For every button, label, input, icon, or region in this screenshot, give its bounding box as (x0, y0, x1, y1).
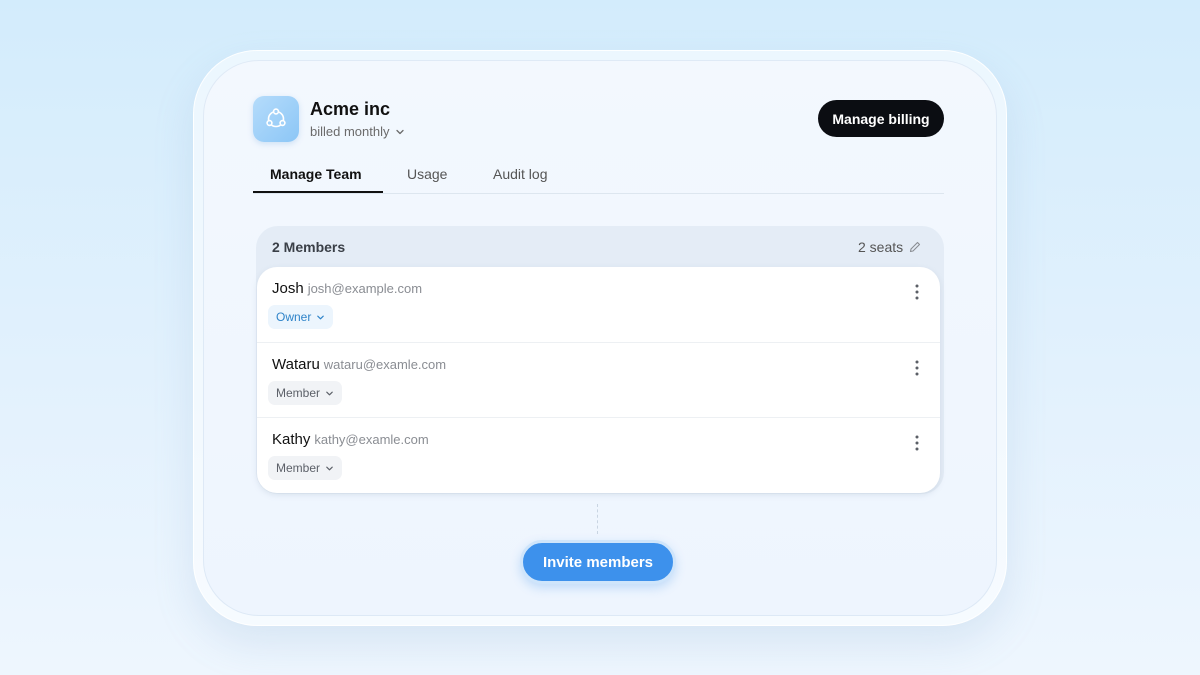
role-dropdown[interactable]: Member (268, 456, 343, 480)
org-logo (253, 96, 299, 142)
seats-label: 2 seats (858, 239, 904, 255)
org-name: Acme inc (310, 99, 391, 119)
member-row: Wataru wataru@examle.com Member (257, 342, 940, 417)
member-row: Josh josh@example.com Owner (257, 267, 940, 342)
member-name: Josh (272, 280, 304, 297)
tab-audit-log[interactable]: Audit log (493, 166, 547, 182)
role-label: Owner (276, 310, 312, 324)
kebab-menu-icon[interactable] (913, 283, 921, 301)
kebab-menu-icon[interactable] (913, 359, 921, 377)
member-row: Kathy kathy@examle.com Member (257, 417, 940, 492)
role-dropdown[interactable]: Member (268, 381, 343, 405)
tab-manage-team[interactable]: Manage Team (270, 166, 362, 182)
tab-usage[interactable]: Usage (407, 166, 447, 182)
members-count: 2 Members (272, 239, 346, 255)
active-tab-indicator (253, 191, 383, 193)
manage-billing-button[interactable]: Manage billing (818, 100, 944, 137)
seats-edit[interactable]: 2 seats (858, 239, 921, 255)
member-name: Kathy (272, 431, 311, 448)
role-dropdown[interactable]: Owner (268, 305, 334, 329)
tab-bar: Manage Team Usage Audit log (253, 158, 944, 194)
member-email: wataru@examle.com (323, 357, 447, 372)
pencil-icon (910, 241, 921, 253)
member-email: josh@example.com (307, 281, 423, 296)
member-email: kathy@examle.com (314, 432, 429, 447)
members-list: Josh josh@example.com Owner Wataru wataru@… (257, 267, 940, 493)
share-nodes-icon (266, 108, 286, 128)
role-label: Member (276, 461, 321, 475)
role-label: Member (276, 386, 321, 400)
chevron-down-icon (326, 466, 333, 470)
member-name: Wataru (272, 356, 320, 373)
dashed-connector (597, 504, 598, 534)
billing-cycle-dropdown[interactable]: billed monthly (310, 124, 405, 139)
chevron-down-icon (326, 391, 333, 395)
invite-members-button[interactable]: Invite members (520, 540, 676, 584)
chevron-down-icon (395, 129, 404, 134)
kebab-menu-icon[interactable] (913, 434, 921, 452)
chevron-down-icon (317, 315, 325, 319)
billing-cycle-label: billed monthly (310, 124, 390, 139)
